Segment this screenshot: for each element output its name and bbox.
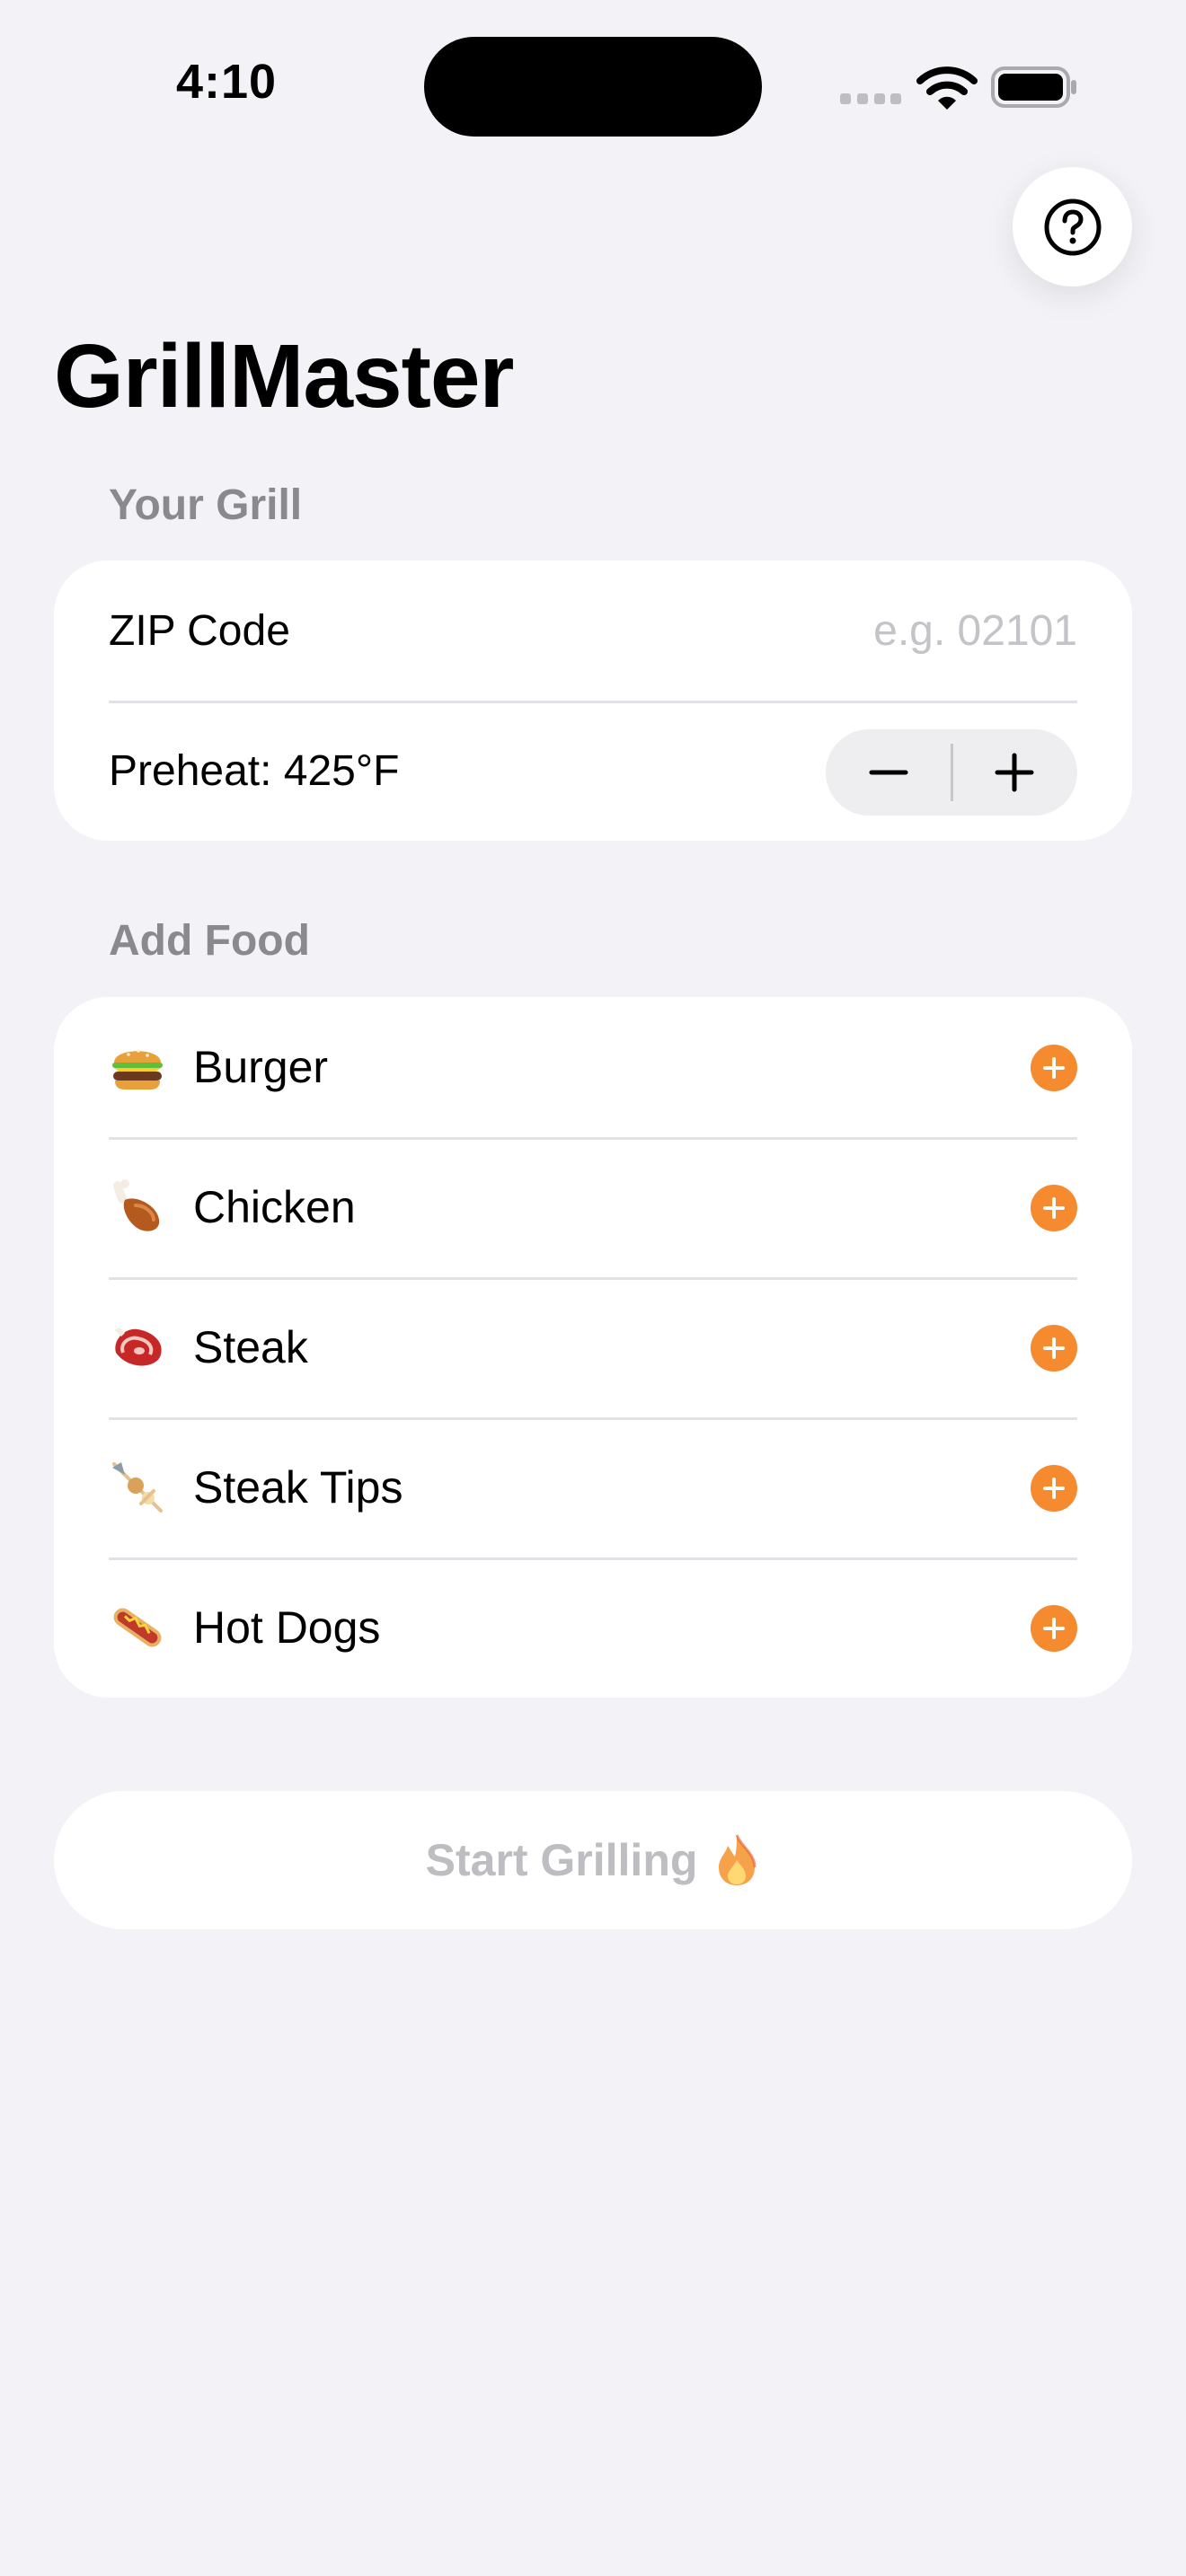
- skewer-icon: [109, 1459, 166, 1516]
- grill-settings-card: ZIP Code Preheat: 425°F: [54, 560, 1132, 841]
- help-button[interactable]: [1013, 167, 1132, 287]
- food-list-card: Burger Chicken Steak Steak Tips Hot Dogs: [54, 997, 1132, 1698]
- battery-icon: [991, 66, 1076, 108]
- plus-circle-icon: [1043, 1478, 1065, 1499]
- add-steak-button[interactable]: [1031, 1325, 1077, 1372]
- hot-dog-icon: [109, 1599, 166, 1656]
- food-item-label: Burger: [193, 1042, 329, 1092]
- preheat-row: Preheat: 425°F: [54, 701, 1132, 841]
- food-item-steak-tips[interactable]: Steak Tips: [54, 1417, 1132, 1557]
- zip-code-label: ZIP Code: [109, 606, 290, 655]
- question-circle-icon: [1044, 198, 1101, 255]
- food-item-label: Steak: [193, 1322, 308, 1372]
- plus-circle-icon: [1043, 1057, 1065, 1079]
- chicken-leg-icon: [109, 1178, 166, 1236]
- grillmaster-screen: 4:10 GrillMaster Your Grill ZIP Code Pre…: [0, 0, 1186, 2576]
- page-title: GrillMaster: [54, 326, 514, 427]
- steak-icon: [109, 1319, 166, 1376]
- start-grilling-label: Start Grilling: [425, 1835, 698, 1885]
- start-grilling-button[interactable]: Start Grilling: [54, 1791, 1132, 1929]
- preheat-stepper: [826, 729, 1077, 816]
- status-time: 4:10: [176, 55, 278, 109]
- section-header-add-food: Add Food: [109, 917, 310, 965]
- wifi-icon: [916, 66, 978, 110]
- food-item-burger[interactable]: Burger: [54, 997, 1132, 1137]
- add-hot-dogs-button[interactable]: [1031, 1605, 1077, 1652]
- zip-code-input[interactable]: [628, 605, 1077, 656]
- add-steak-tips-button[interactable]: [1031, 1465, 1077, 1512]
- food-item-label: Chicken: [193, 1182, 356, 1232]
- minus-icon: [869, 770, 908, 775]
- zip-code-row: ZIP Code: [54, 560, 1132, 701]
- add-burger-button[interactable]: [1031, 1045, 1077, 1091]
- food-item-label: Hot Dogs: [193, 1602, 381, 1653]
- preheat-label: Preheat: 425°F: [109, 746, 400, 795]
- cellular-signal-icon: [840, 93, 901, 104]
- food-item-chicken[interactable]: Chicken: [54, 1137, 1132, 1277]
- plus-circle-icon: [1043, 1197, 1065, 1219]
- plus-circle-icon: [1043, 1618, 1065, 1639]
- dynamic-island: [424, 37, 762, 137]
- food-item-label: Steak Tips: [193, 1462, 403, 1513]
- section-header-your-grill: Your Grill: [109, 481, 303, 529]
- add-chicken-button[interactable]: [1031, 1185, 1077, 1231]
- plus-icon: [995, 753, 1034, 792]
- fire-icon: [719, 1834, 757, 1885]
- food-item-steak[interactable]: Steak: [54, 1277, 1132, 1417]
- preheat-increment-button[interactable]: [951, 729, 1077, 816]
- preheat-decrement-button[interactable]: [826, 729, 951, 816]
- plus-circle-icon: [1043, 1337, 1065, 1359]
- food-item-hot-dogs[interactable]: Hot Dogs: [54, 1557, 1132, 1698]
- burger-icon: [109, 1038, 166, 1096]
